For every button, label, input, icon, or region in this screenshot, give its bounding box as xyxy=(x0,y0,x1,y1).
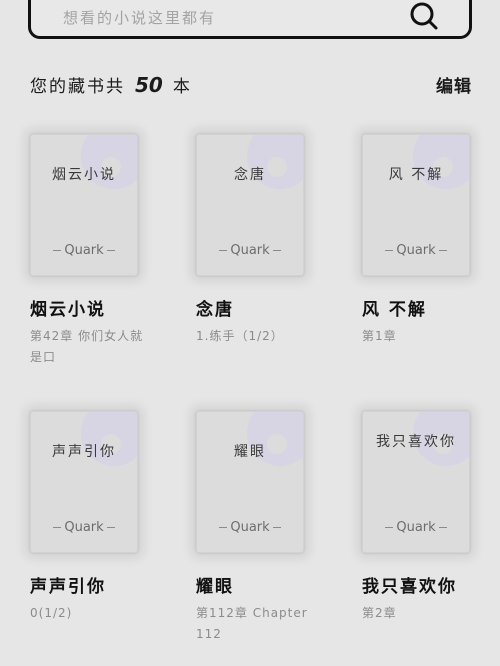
reading-progress: 第112章 Chapter 112 xyxy=(196,606,308,641)
cover-brand: Quark xyxy=(31,520,137,535)
book-cover[interactable]: 烟云小说 Quark xyxy=(30,134,138,276)
book-item[interactable]: 我只喜欢你 Quark 我只喜欢你 第2章 xyxy=(362,411,500,624)
book-title[interactable]: 我只喜欢你 xyxy=(362,575,500,599)
cover-brand: Quark xyxy=(197,243,303,258)
cover-brand: Quark xyxy=(363,520,469,535)
cover-brand: Quark xyxy=(31,243,137,258)
book-item[interactable]: 声声引你 Quark 声声引你 0(1/2) xyxy=(30,411,180,624)
cover-title: 耀眼 xyxy=(234,444,266,460)
cover-title: 念唐 xyxy=(234,167,266,183)
cover-title: 烟云小说 xyxy=(52,167,116,183)
summary-suffix: 本 xyxy=(172,77,192,97)
cover-title: 声声引你 xyxy=(52,444,116,460)
book-title[interactable]: 耀眼 xyxy=(196,575,346,599)
book-title[interactable]: 声声引你 xyxy=(30,575,180,599)
bookshelf-page: 想看的小说这里都有 您的藏书共 50 本 编辑 烟云小说 Quark 烟云小说 … xyxy=(0,0,500,666)
reading-progress: 1.练手（1/2） xyxy=(196,329,284,343)
search-icon[interactable] xyxy=(409,1,439,31)
book-cover[interactable]: 声声引你 Quark xyxy=(30,411,138,553)
cover-brand: Quark xyxy=(363,243,469,258)
book-cover[interactable]: 我只喜欢你 Quark xyxy=(362,411,470,553)
reading-progress: 第42章 你们女人就是口 xyxy=(30,329,144,364)
cover-brand: Quark xyxy=(197,520,303,535)
book-cover[interactable]: 风 不解 Quark xyxy=(362,134,470,276)
cover-title: 风 不解 xyxy=(388,167,444,183)
book-title[interactable]: 风 不解 xyxy=(362,298,500,322)
reading-progress: 第2章 xyxy=(362,606,397,620)
edit-button[interactable]: 编辑 xyxy=(436,72,472,97)
book-title[interactable]: 念唐 xyxy=(196,298,346,322)
reading-progress: 第1章 xyxy=(362,329,397,343)
reading-progress: 0(1/2) xyxy=(30,606,73,620)
search-placeholder: 想看的小说这里都有 xyxy=(63,9,217,27)
summary-prefix: 您的藏书共 xyxy=(30,77,125,97)
book-item[interactable]: 念唐 Quark 念唐 1.练手（1/2） xyxy=(196,134,346,347)
cover-title: 我只喜欢你 xyxy=(376,434,456,450)
book-item[interactable]: 烟云小说 Quark 烟云小说 第42章 你们女人就是口 xyxy=(30,134,180,368)
collection-summary: 您的藏书共 50 本 xyxy=(30,72,192,97)
book-count: 50 xyxy=(135,73,163,97)
search-bar[interactable]: 想看的小说这里都有 xyxy=(28,0,472,39)
book-title[interactable]: 烟云小说 xyxy=(30,298,180,322)
book-cover[interactable]: 耀眼 Quark xyxy=(196,411,304,553)
book-cover[interactable]: 念唐 Quark xyxy=(196,134,304,276)
book-item[interactable]: 耀眼 Quark 耀眼 第112章 Chapter 112 xyxy=(196,411,346,645)
book-item[interactable]: 风 不解 Quark 风 不解 第1章 xyxy=(362,134,500,347)
